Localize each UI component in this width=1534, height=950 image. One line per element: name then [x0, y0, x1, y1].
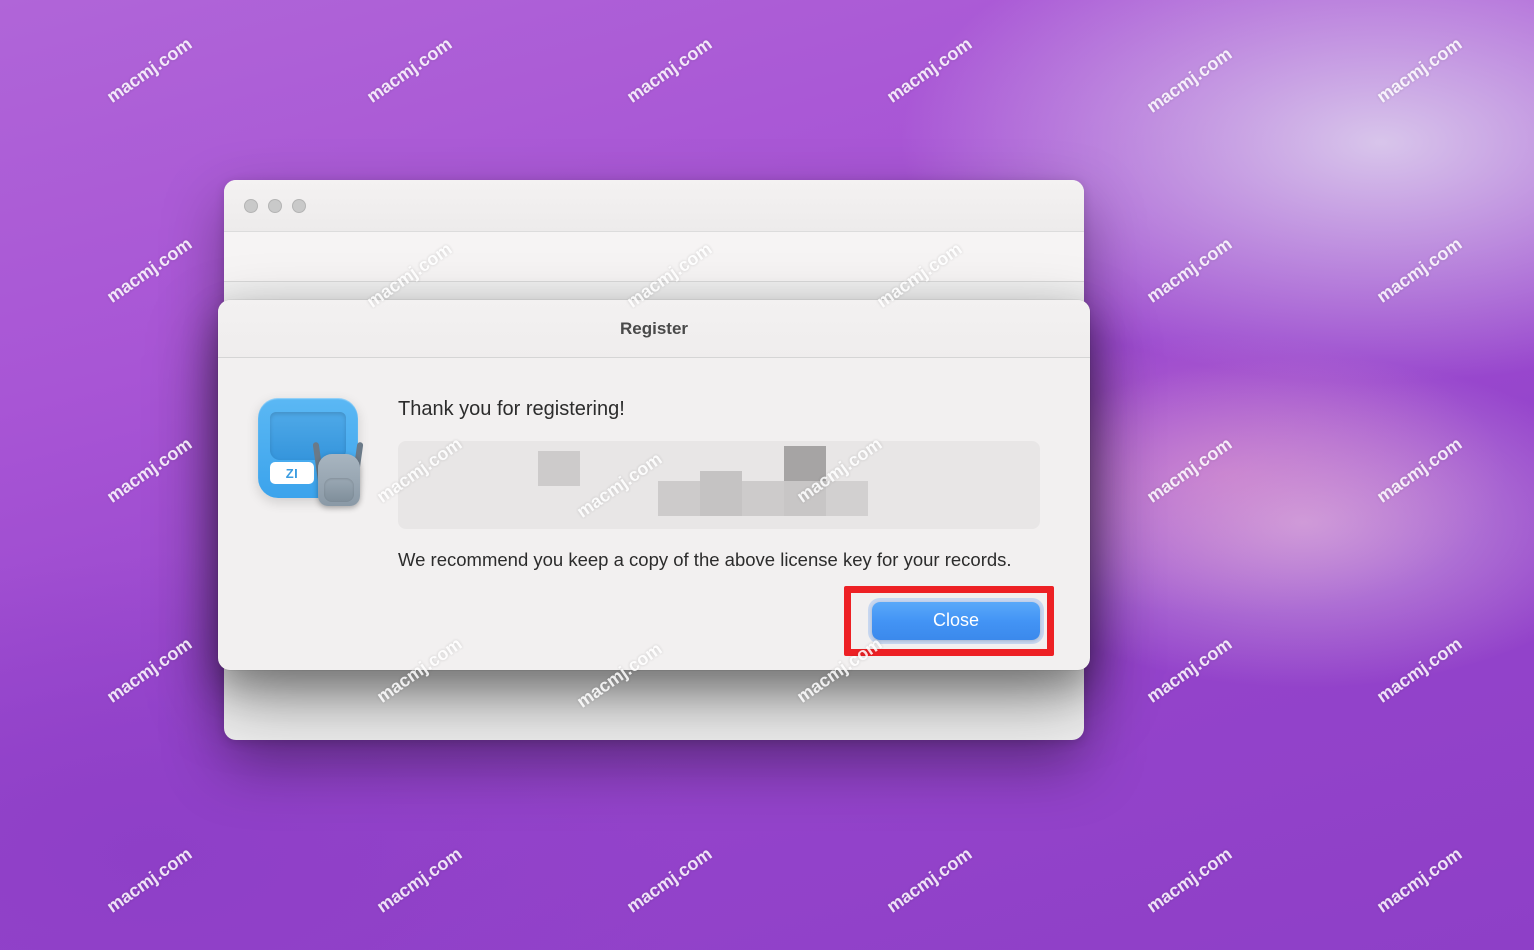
license-key-display [398, 441, 1040, 529]
dialog-title: Register [620, 319, 688, 339]
license-recommendation-text: We recommend you keep a copy of the abov… [398, 547, 1040, 574]
register-dialog-sheet: Register ZI Thank you for registering! [218, 300, 1090, 670]
redacted-content [784, 446, 826, 484]
registration-success-heading: Thank you for registering! [398, 398, 1040, 421]
window-titlebar[interactable] [224, 180, 1084, 232]
dialog-footer: Close [218, 602, 1090, 670]
close-window-button[interactable] [244, 199, 258, 213]
redacted-content [742, 481, 784, 516]
backpack-icon [310, 440, 366, 506]
window-controls [244, 199, 306, 213]
redacted-content [784, 481, 826, 516]
window-toolbar [224, 232, 1084, 282]
redacted-content [700, 471, 742, 516]
annotation-highlight-box [844, 586, 1054, 656]
dialog-body: ZI Thank you for registering! We [218, 358, 1090, 602]
redacted-content [538, 451, 580, 486]
redacted-content [658, 481, 700, 516]
redacted-content [826, 481, 868, 516]
dialog-header: Register [218, 300, 1090, 358]
minimize-window-button[interactable] [268, 199, 282, 213]
maximize-window-button[interactable] [292, 199, 306, 213]
dialog-content: Thank you for registering! We recommend … [398, 398, 1040, 574]
app-icon: ZI [258, 398, 368, 508]
app-icon-label: ZI [270, 462, 314, 484]
zip-archiver-icon: ZI [258, 398, 358, 498]
